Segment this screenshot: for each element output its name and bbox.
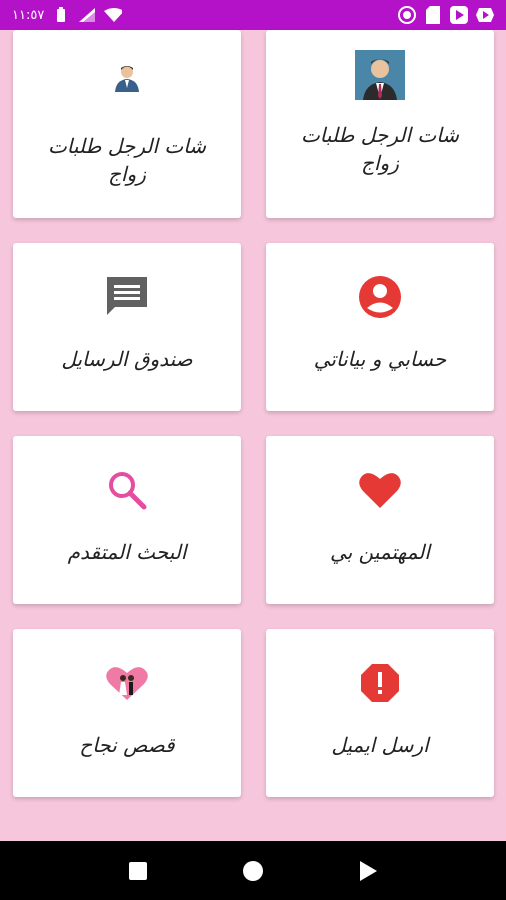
message-icon xyxy=(105,267,149,327)
man-avatar-small-icon xyxy=(114,48,140,108)
card-send-email[interactable]: ارسل ايميل xyxy=(266,629,494,797)
search-icon xyxy=(107,460,147,520)
card-label-line1: شات الرجل طلبات xyxy=(47,134,207,158)
card-label: قصص نجاح xyxy=(63,731,190,759)
home-icon[interactable] xyxy=(236,854,270,888)
recent-apps-icon[interactable] xyxy=(121,854,155,888)
heart-icon xyxy=(359,460,401,520)
card-label-line1: البحث المتقدم xyxy=(67,540,187,564)
card-label-line1: المهتمين بي xyxy=(330,540,430,564)
card-men-chat[interactable]: شات الرجل طلبات زواج xyxy=(13,30,241,218)
card-label: صندوق الرسايل xyxy=(45,345,208,373)
account-circle-icon xyxy=(358,267,402,327)
card-label: ارسل ايميل xyxy=(315,731,444,759)
card-my-account[interactable]: حسابي و بياناتي xyxy=(266,243,494,411)
card-advanced-search[interactable]: البحث المتقدم xyxy=(13,436,241,604)
back-icon[interactable] xyxy=(351,854,385,888)
card-label-line1: صندوق الرسايل xyxy=(61,347,193,371)
card-interested-in-me[interactable]: المهتمين بي xyxy=(266,436,494,604)
card-label: شات الرجل طلبات زواج xyxy=(285,121,475,177)
card-label: شات الرجل طلبات زواج xyxy=(32,132,222,188)
menu-grid: شات الرجل طلبات زواج شات الرجل طلبات زوا… xyxy=(0,0,506,840)
card-success-stories[interactable]: قصص نجاح xyxy=(13,629,241,797)
man-avatar-photo-icon xyxy=(355,45,405,105)
navigation-bar xyxy=(0,841,506,900)
card-label-line1: حسابي و بياناتي xyxy=(313,347,447,371)
card-men-chat-photo[interactable]: شات الرجل طلبات زواج xyxy=(266,30,494,218)
card-label: المهتمين بي xyxy=(314,538,446,566)
card-label: حسابي و بياناتي xyxy=(298,345,463,373)
card-label-line1: شات الرجل طلبات xyxy=(300,123,460,147)
card-label-line2: زواج xyxy=(108,162,146,186)
card-label-line2: زواج xyxy=(361,151,399,175)
card-label: البحث المتقدم xyxy=(52,538,203,566)
card-label-line1: قصص نجاح xyxy=(79,733,175,757)
card-inbox[interactable]: صندوق الرسايل xyxy=(13,243,241,411)
card-label-line1: ارسل ايميل xyxy=(331,733,429,757)
alert-octagon-icon xyxy=(360,653,400,713)
couple-heart-icon xyxy=(106,653,148,713)
